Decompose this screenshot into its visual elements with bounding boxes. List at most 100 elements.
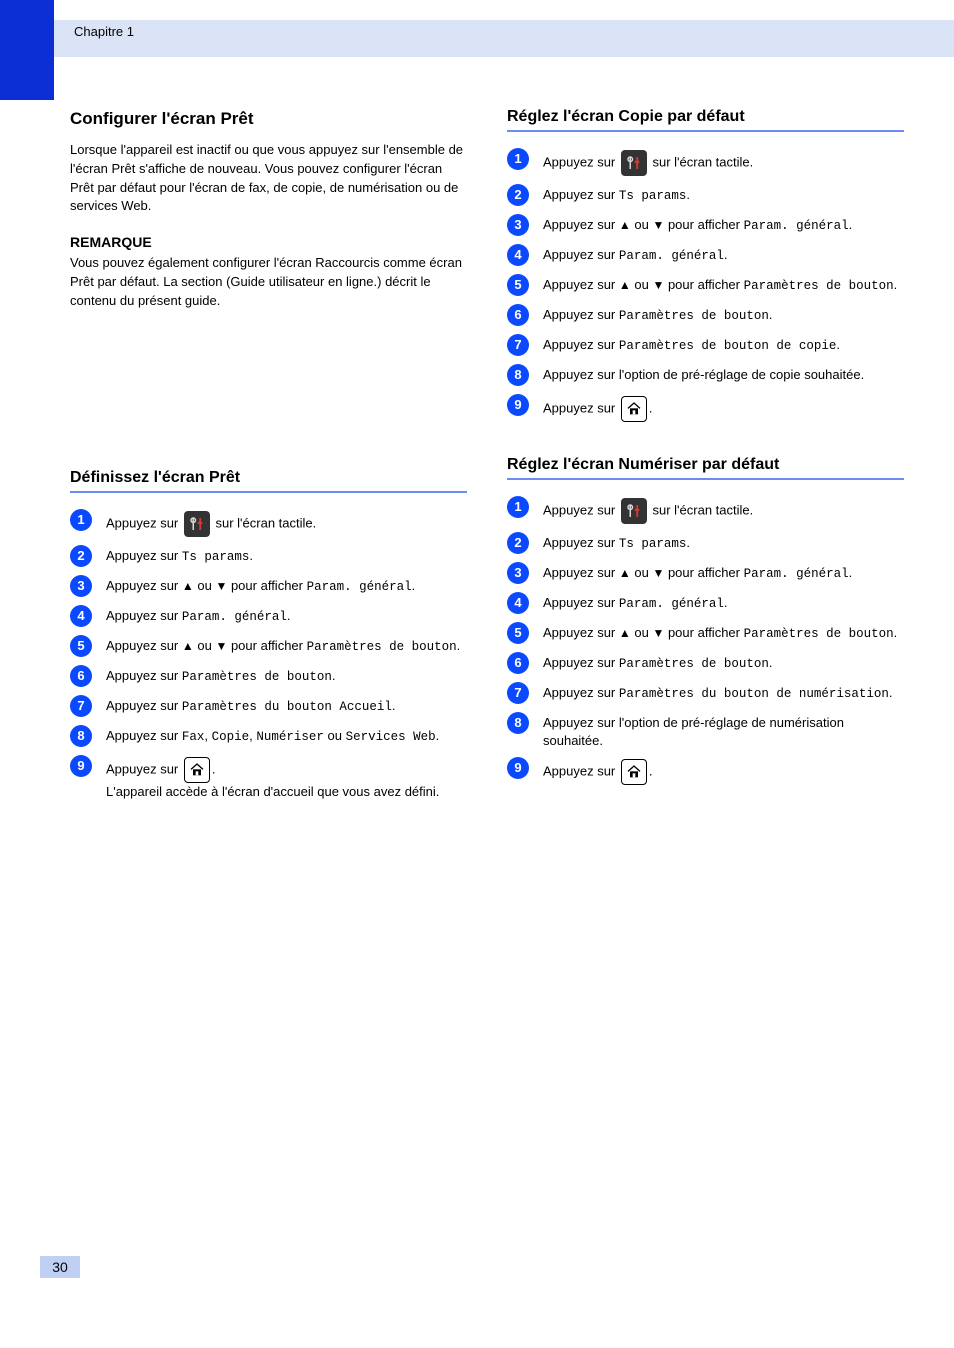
step-item: 4Appuyez sur Param. général. — [507, 592, 904, 614]
menu-term: Paramètres de bouton — [307, 640, 457, 654]
step-text: Appuyez sur Paramètres du bouton Accueil… — [106, 695, 467, 716]
up-down-triangle-icon: ▲ ou ▼ — [619, 217, 664, 232]
step-item: 9 Appuyez sur . — [507, 757, 904, 785]
menu-term: Ts params — [619, 189, 687, 203]
step-item: 7 Appuyez sur Paramètres du bouton Accuei… — [70, 695, 467, 717]
chapter-color-block — [0, 0, 54, 100]
menu-term: Services Web — [346, 730, 436, 744]
step-number-badge: 2 — [507, 184, 529, 206]
step-text: Appuyez sur Ts params. — [106, 545, 467, 566]
step-number-badge: 4 — [507, 244, 529, 266]
step-item: 5 Appuyez sur ▲ ou ▼ pour afficher Paramè… — [507, 622, 904, 644]
step-number-badge: 8 — [507, 712, 529, 734]
step-item: 7Appuyez sur Paramètres du bouton de num… — [507, 682, 904, 704]
menu-term: Ts params — [182, 550, 250, 564]
step-number-badge: 3 — [70, 575, 92, 597]
step-text: Appuyez sur Paramètres de bouton. — [543, 304, 904, 325]
step-number-badge: 9 — [70, 755, 92, 777]
step-number-badge: 3 — [507, 562, 529, 584]
menu-term: Param. général — [619, 597, 724, 611]
step-text: Appuyez sur Ts params. — [543, 184, 904, 205]
page-number: 30 — [40, 1256, 80, 1278]
step-item: 6Appuyez sur Paramètres de bouton. — [70, 665, 467, 687]
step-item: 5 Appuyez sur ▲ ou ▼ pour afficher Paramè… — [507, 274, 904, 296]
step-item: 6Appuyez sur Paramètres de bouton. — [507, 304, 904, 326]
step-number-badge: 7 — [507, 334, 529, 356]
step-item: 8 Appuyez sur Fax, Copie, Numériser ou Se… — [70, 725, 467, 747]
menu-term: Paramètres du bouton Accueil — [182, 700, 392, 714]
step-text: Appuyez sur . — [543, 757, 904, 785]
section-reglez-numeriser: Réglez l'écran Numériser par défaut 1App… — [507, 456, 904, 785]
menu-term: Param. général — [619, 249, 724, 263]
step-text: Appuyez sur Ts params. — [543, 532, 904, 553]
up-down-triangle-icon: ▲ ou ▼ — [619, 625, 664, 640]
step-text: Appuyez sur Paramètres de bouton de copi… — [543, 334, 904, 355]
step-text: Appuyez sur Param. général. — [543, 592, 904, 613]
step-number-badge: 1 — [70, 509, 92, 531]
menu-term: Fax — [182, 730, 205, 744]
menu-term: Param. général — [182, 610, 287, 624]
menu-term: Param. général — [307, 580, 412, 594]
step-item: 8Appuyez sur l'option de pré-réglage de … — [507, 364, 904, 386]
up-down-triangle-icon: ▲ ou ▼ — [182, 578, 227, 593]
step-item: 1Appuyez sur sur l'écran tactile. — [507, 148, 904, 176]
step-number-badge: 7 — [70, 695, 92, 717]
sub-heading: Définissez l'écran Prêt — [70, 469, 467, 487]
step-item: 9Appuyez sur . — [507, 394, 904, 422]
top-header-bar — [0, 20, 954, 57]
step-item: 4Appuyez sur Param. général. — [70, 605, 467, 627]
up-down-triangle-icon: ▲ ou ▼ — [182, 638, 227, 653]
section-rule — [70, 491, 467, 493]
step-number-badge: 5 — [507, 274, 529, 296]
intro-paragraph: Lorsque l'appareil est inactif ou que vo… — [70, 141, 467, 216]
step-text: Appuyez sur .L'appareil accède à l'écran… — [106, 755, 467, 801]
step-number-badge: 2 — [507, 532, 529, 554]
note-title: REMARQUE — [70, 234, 467, 250]
step-item: 2 Appuyez sur Ts params. — [70, 545, 467, 567]
step-number-badge: 9 — [507, 394, 529, 416]
step-text: Appuyez sur ▲ ou ▼ pour afficher Param. … — [543, 214, 904, 235]
home-icon — [621, 759, 647, 785]
steps-list-rightA: 1Appuyez sur sur l'écran tactile. 2 Appuye… — [507, 148, 904, 422]
menu-term: Paramètres de bouton — [182, 670, 332, 684]
step-text: Appuyez sur Fax, Copie, Numériser ou Ser… — [106, 725, 467, 746]
menu-term: Paramètres de bouton de copie — [619, 339, 837, 353]
step-number-badge: 5 — [507, 622, 529, 644]
up-down-triangle-icon: ▲ ou ▼ — [619, 565, 664, 580]
step-text: Appuyez sur Paramètres du bouton de numé… — [543, 682, 904, 703]
right-column: Réglez l'écran Copie par défaut 1Appuyez… — [507, 108, 904, 808]
step-number-badge: 9 — [507, 757, 529, 779]
step-item: 8Appuyez sur l'option de pré-réglage de … — [507, 712, 904, 749]
menu-term: Param. général — [744, 567, 849, 581]
settings-icon — [184, 511, 210, 537]
step-item: 3Appuyez sur ▲ ou ▼ pour afficher Param.… — [70, 575, 467, 597]
step-number-badge: 8 — [70, 725, 92, 747]
step-item: 7 Appuyez sur Paramètres de bouton de cop… — [507, 334, 904, 356]
steps-list-rightB: 1Appuyez sur sur l'écran tactile. 2 Appuye… — [507, 496, 904, 785]
step-text: Appuyez sur ▲ ou ▼ pour afficher Param. … — [543, 562, 904, 583]
step-number-badge: 5 — [70, 635, 92, 657]
step-text: Appuyez sur ▲ ou ▼ pour afficher Paramèt… — [543, 622, 904, 643]
step-text: Appuyez sur Paramètres de bouton. — [106, 665, 467, 686]
step-item: 9 Appuyez sur .L'appareil accède à l'écra… — [70, 755, 467, 801]
menu-term: Paramètres de bouton — [744, 627, 894, 641]
step-text: Appuyez sur ▲ ou ▼ pour afficher Paramèt… — [543, 274, 904, 295]
settings-icon — [621, 150, 647, 176]
step-number-badge: 2 — [70, 545, 92, 567]
step-text: Appuyez sur sur l'écran tactile. — [106, 509, 467, 537]
step-item: 3Appuyez sur ▲ ou ▼ pour afficher Param.… — [507, 214, 904, 236]
menu-term: Paramètres de bouton — [619, 657, 769, 671]
note-body: Vous pouvez également configurer l'écran… — [70, 254, 467, 311]
step-item: 6Appuyez sur Paramètres de bouton. — [507, 652, 904, 674]
sub-heading: Réglez l'écran Numériser par défaut — [507, 456, 904, 474]
step-number-badge: 8 — [507, 364, 529, 386]
chapter-label: Chapitre 1 — [74, 24, 134, 39]
menu-term: Paramètres du bouton de numérisation — [619, 687, 889, 701]
step-number-badge: 1 — [507, 496, 529, 518]
step-text: Appuyez sur Param. général. — [543, 244, 904, 265]
step-number-badge: 1 — [507, 148, 529, 170]
heading-configurer-ecran-pret: Configurer l'écran Prêt — [70, 108, 467, 131]
menu-term: Ts params — [619, 537, 687, 551]
step-item: 1Appuyez sur sur l'écran tactile. — [507, 496, 904, 524]
steps-list-left: 1 Appuyez sur sur l'écran tactile. 2 Appuye… — [70, 509, 467, 801]
